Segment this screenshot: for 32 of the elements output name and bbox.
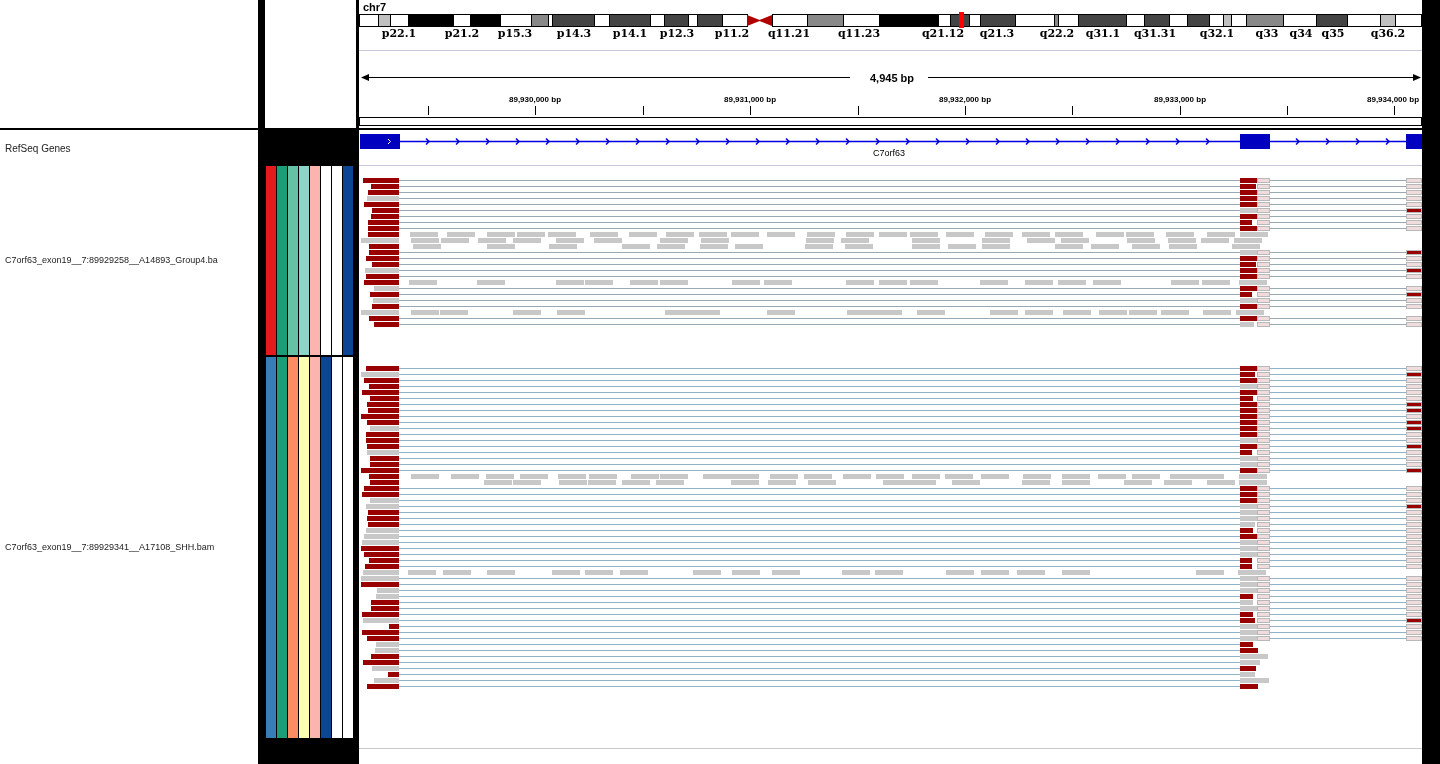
track-name[interactable]: RefSeq Genes — [5, 140, 71, 156]
chromosome-ideogram-drawing[interactable] — [359, 14, 1422, 28]
band-label: q32.1 — [1199, 26, 1235, 42]
band-label: q22.2 — [1039, 26, 1075, 42]
chromosome-name[interactable]: chr7 — [363, 1, 387, 13]
track-name[interactable]: C7orf63_exon19__7:89929258__A14893_Group4.ba — [5, 253, 218, 268]
band-label: p14.3 — [556, 26, 592, 42]
band-label: q33 — [1255, 26, 1279, 42]
tick-label: 89,934,000 bp — [1367, 94, 1419, 106]
tick-label: 89,930,000 bp — [509, 94, 561, 106]
band-label: q11.23 — [837, 26, 881, 42]
band-label: q35 — [1321, 26, 1345, 42]
band-label: q31.1 — [1085, 26, 1121, 42]
band-label: q31.31 — [1133, 26, 1177, 42]
band-label: p12.3 — [659, 26, 695, 42]
band-label: q21.3 — [979, 26, 1015, 42]
track-name[interactable]: C7orf63_exon19__7:89929341__A17108_SHH.bam — [5, 540, 215, 555]
band-label: q21.12 — [921, 26, 965, 42]
band-label: q34 — [1289, 26, 1313, 42]
tick-label: 89,933,000 bp — [1154, 94, 1206, 106]
band-label: p15.3 — [497, 26, 533, 42]
band-label: p11.2 — [714, 26, 750, 42]
gene-model-drawing[interactable] — [359, 134, 1422, 149]
band-label: q36.2 — [1370, 26, 1406, 42]
band-label: p21.2 — [444, 26, 480, 42]
band-label: q11.21 — [767, 26, 811, 42]
tick-label: 89,931,000 bp — [724, 94, 776, 106]
band-label: p14.1 — [612, 26, 648, 42]
current-region-marker — [959, 12, 964, 28]
tick-label: 89,932,000 bp — [939, 94, 991, 106]
band-label: p22.1 — [381, 26, 417, 42]
gene-name: C7orf63 — [873, 147, 906, 160]
